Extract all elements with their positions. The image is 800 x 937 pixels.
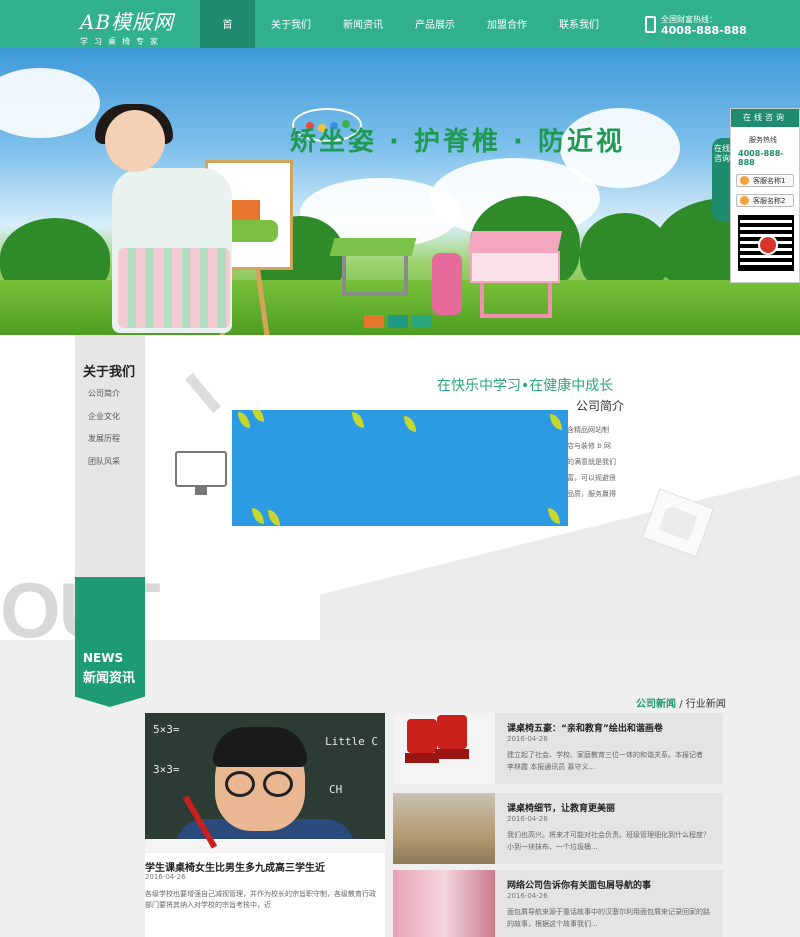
hotline-number: 4008-888-888: [661, 24, 747, 37]
pink-desk-body: [470, 251, 560, 283]
girl-dress: [118, 248, 230, 328]
side-item-team[interactable]: 团队风采: [88, 456, 120, 467]
girl-head: [105, 110, 165, 172]
service-tab[interactable]: 在线咨询: [712, 138, 732, 222]
news-list-item[interactable]: 课桌椅五豪：“亲和教育”绘出和谐画卷 2016-04-26 建立起了社会、学校、…: [393, 713, 723, 784]
logo-title: AB模版网: [80, 10, 175, 34]
qq-icon: [740, 176, 749, 185]
featured-news-image: 5×3= 3×3= Little C CH: [145, 713, 385, 853]
leaf-icon: [404, 416, 416, 432]
leaf-icon: [238, 412, 250, 428]
site-header: AB模版网 学习桌椅专家 首 页 关于我们 新闻资讯 产品展示 加盟合作 联系我…: [0, 0, 800, 83]
hero-banner: 矫坐姿 · 护脊椎 · 防近视: [0, 48, 800, 335]
news-item-title[interactable]: 课桌椅细节，让教育更美丽: [507, 801, 615, 814]
news-item-title[interactable]: 网络公司告诉你有关面包屑导航的事: [507, 878, 651, 891]
green-desk-legs: [342, 256, 408, 296]
nav-news[interactable]: 新闻资讯: [327, 0, 399, 48]
news-tabs: 公司新闻 / 行业新闻: [636, 695, 726, 710]
news-list-item[interactable]: 课桌椅细节，让教育更美丽 2016-04-26 我们也高兴。将来才可能对社会负责…: [393, 793, 723, 864]
news-thumb-classroom: [393, 793, 495, 864]
nav-franchise[interactable]: 加盟合作: [471, 0, 543, 48]
glasses-shape: [263, 771, 293, 797]
about-heading: 公司简介: [576, 399, 625, 413]
nav-products[interactable]: 产品展示: [399, 0, 471, 48]
main-nav: 首 页 关于我们 新闻资讯 产品展示 加盟合作 联系我们: [200, 0, 615, 83]
tab-industry-news[interactable]: 行业新闻: [686, 699, 726, 710]
online-service-panel: 在线咨询 在线咨询 服务热线 4008-888-888 客服名称1 客服名称2: [712, 108, 800, 283]
boy-hair: [213, 727, 307, 767]
slider-dot-1[interactable]: [364, 315, 384, 328]
nav-about[interactable]: 关于我们: [255, 0, 327, 48]
featured-news-desc: 各级学校也要增强自己减视管理，并作为校长的宗旨职守制，各级教育行政部门要将其纳入…: [145, 890, 376, 909]
service-button-label: 客服名称2: [753, 197, 786, 205]
site-logo[interactable]: AB模版网 学习桌椅专家: [80, 6, 190, 46]
featured-news[interactable]: 5×3= 3×3= Little C CH 学生课桌椅女生比男生多九成高三学生近…: [145, 713, 385, 937]
tab-company-news[interactable]: 公司新闻: [636, 699, 676, 710]
news-item-desc: 面包屑导航来源于童话故事中的汉塞尔利用面包屑来记录回家的路的故事，根据这个故事我…: [507, 908, 710, 928]
about-tagline: 在快乐中学习•在健康中成长: [437, 378, 614, 394]
phone-icon: [645, 16, 656, 33]
leaf-icon: [252, 410, 264, 422]
news-thumb-booth: [393, 870, 495, 937]
nav-contact[interactable]: 联系我们: [543, 0, 615, 48]
intro-video[interactable]: [232, 410, 568, 526]
news-badge-cn: 新闻资讯: [83, 671, 136, 686]
leaf-icon: [550, 414, 562, 430]
featured-news-title[interactable]: 学生课桌椅女生比男生多九成高三学生近: [145, 859, 325, 874]
leaf-icon: [352, 412, 364, 428]
news-item-desc: 我们也高兴。将来才可能对社会负责。班级管理细化到什么程度？小到一块抹布、一个垃圾…: [507, 831, 710, 851]
qq-icon: [740, 196, 749, 205]
news-item-date: 2016-04-26: [507, 815, 548, 823]
news-thumb-seats: [393, 713, 495, 784]
pink-desk: [467, 231, 563, 251]
about-text-line: 户的满意就是我们: [560, 458, 616, 466]
news-item-date: 2016-04-26: [507, 892, 548, 900]
side-item-history[interactable]: 发展历程: [88, 433, 120, 444]
side-menu-title: 关于我们: [83, 365, 136, 380]
monitor-stand: [195, 487, 207, 495]
green-desk: [329, 238, 417, 256]
decorative-stick: [185, 372, 221, 414]
cloud-shape: [0, 68, 100, 138]
leaf-icon: [252, 508, 264, 524]
tab-separator: /: [679, 699, 683, 710]
slider-dots: [364, 315, 432, 328]
news-list-item[interactable]: 网络公司告诉你有关面包屑导航的事 2016-04-26 面包屑导航来源于童话故事…: [393, 870, 723, 937]
side-item-profile[interactable]: 公司简介: [88, 388, 120, 399]
qr-code-icon: [738, 215, 794, 271]
pink-chair: [432, 253, 462, 315]
glasses-shape: [225, 771, 255, 797]
news-section: NEWS 新闻资讯 公司新闻 / 行业新闻 5×3= 3×3= Little C…: [0, 577, 800, 937]
slider-dot-2[interactable]: [388, 315, 408, 328]
logo-subtitle: 学习桌椅专家: [80, 37, 164, 46]
banner-slogan: 矫坐姿 · 护脊椎 · 防近视: [290, 127, 625, 157]
about-text-line: 丰富，可以规避很: [560, 474, 616, 482]
about-text-line: 优品质，服务赢得: [560, 490, 616, 498]
side-item-culture[interactable]: 企业文化: [88, 411, 120, 422]
news-badge: NEWS 新闻资讯: [75, 577, 145, 707]
pink-desk-legs: [480, 283, 552, 318]
easel-house: [230, 200, 260, 220]
slider-dot-3[interactable]: [412, 315, 432, 328]
paper-shape: [145, 839, 385, 853]
featured-news-date: 2016-04-26: [145, 873, 186, 881]
service-box: 在线咨询 服务热线 4008-888-888 客服名称1 客服名称2: [730, 108, 800, 283]
news-badge-en: NEWS: [83, 651, 124, 665]
service-hotline-label: 服务热线: [749, 136, 777, 144]
news-item-date: 2016-04-26: [507, 735, 548, 743]
news-item-title[interactable]: 课桌椅五豪：“亲和教育”绘出和谐画卷: [507, 721, 663, 734]
customer-service-button-1[interactable]: 客服名称1: [736, 174, 794, 187]
news-item-desc: 建立起了社会、学校、家庭教育三位一体的和谐关系。本报记者 李林霞 本报通讯员 慕…: [507, 751, 703, 771]
monitor-icon: [175, 451, 227, 487]
leaf-icon: [268, 510, 280, 526]
service-hotline-number: 4008-888-888: [738, 149, 784, 167]
service-button-label: 客服名称1: [753, 177, 786, 185]
service-title: 在线咨询: [731, 109, 799, 127]
nav-home[interactable]: 首 页: [200, 0, 255, 83]
customer-service-button-2[interactable]: 客服名称2: [736, 194, 794, 207]
leaf-icon: [548, 508, 560, 524]
